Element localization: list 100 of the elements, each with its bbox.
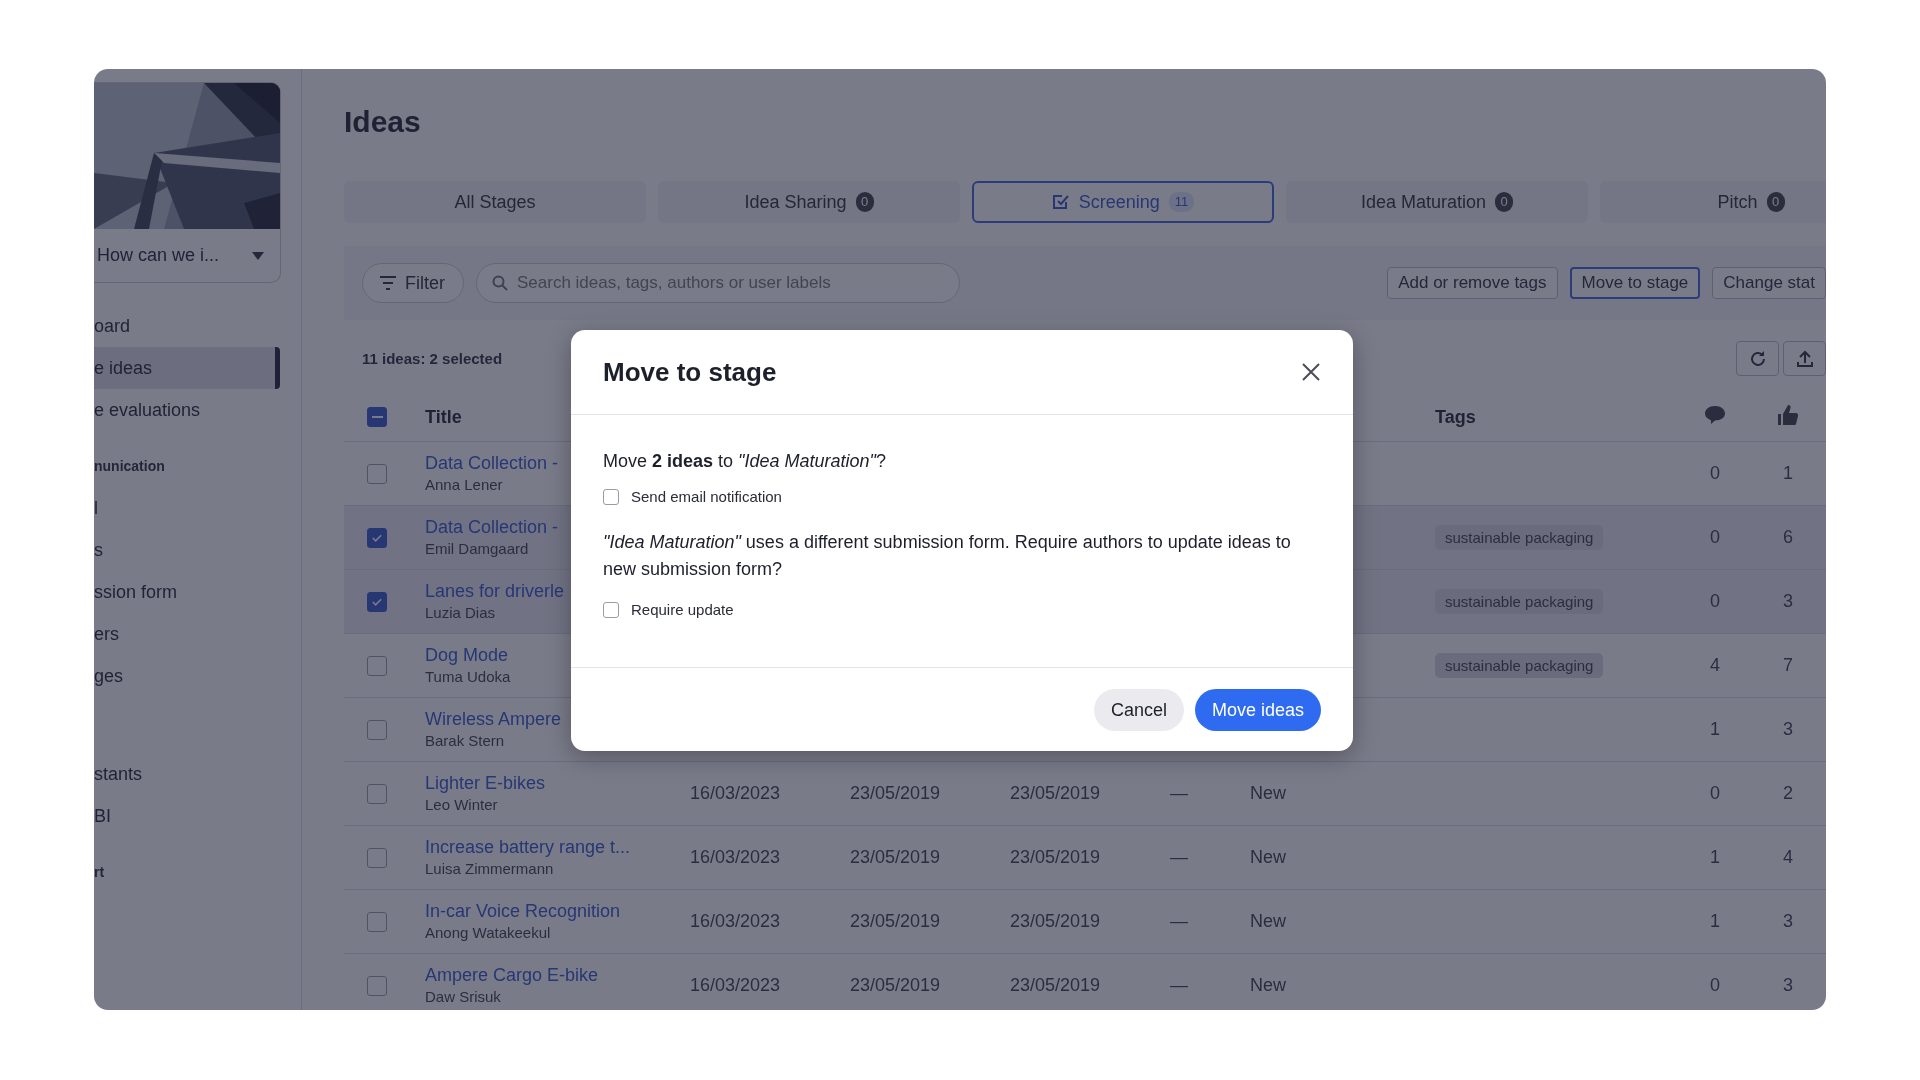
comment-count: 1 [1709, 847, 1721, 868]
author-name: Luisa Zimmermann [425, 859, 554, 879]
comment-count: 0 [1709, 591, 1721, 612]
like-count: 3 [1782, 911, 1794, 932]
stage-tab[interactable]: Screening 11 [972, 181, 1274, 223]
upload-icon [1795, 349, 1814, 368]
idea-title-link[interactable]: Ampere Cargo E-bike [425, 964, 599, 987]
comment-count: 4 [1709, 655, 1721, 676]
tag[interactable]: sustainable packaging [1435, 653, 1604, 678]
checkbox-label: Send email notification [631, 488, 782, 505]
checkbox-icon [1051, 193, 1070, 211]
confirm-button[interactable]: Move ideas [1194, 689, 1321, 731]
refresh-button[interactable] [1736, 341, 1779, 376]
checkbox[interactable] [367, 527, 387, 548]
checkbox[interactable] [367, 783, 387, 804]
comment-count: 0 [1709, 527, 1721, 548]
action-button[interactable]: Add or remove tags [1387, 267, 1558, 299]
tag[interactable]: sustainable packaging [1435, 525, 1604, 550]
action-button[interactable]: Move to stage [1569, 267, 1701, 299]
section-heading: rt [94, 863, 106, 882]
select-all-checkbox[interactable] [367, 407, 387, 427]
filter-button[interactable]: Filter [362, 263, 464, 303]
date-cell-text: 23/05/2019 [849, 847, 942, 868]
like-count: 7 [1782, 655, 1794, 676]
author-name: Anna Lener [425, 475, 503, 495]
empty-value-cell-text: — [1169, 911, 1189, 932]
idea-title-link[interactable]: Wireless Ampere [425, 708, 562, 731]
status-cell-text: New [1249, 975, 1287, 996]
dialog-question: Move 2 ideas to "Idea Maturation"? [603, 450, 887, 473]
idea-title-link[interactable]: Lighter E-bikes [425, 772, 546, 795]
like-count: 1 [1782, 463, 1794, 484]
nav-item[interactable]: e ideas [94, 347, 280, 389]
checkbox[interactable] [367, 975, 387, 996]
count-badge: 11 [1168, 192, 1195, 212]
nav-item[interactable]: ges [94, 655, 280, 697]
idea-title-link[interactable]: Increase battery range t... [425, 836, 631, 859]
nav-item[interactable]: stants [94, 753, 280, 795]
date-cell-text: 23/05/2019 [1009, 911, 1102, 932]
empty-value-cell-text: — [1169, 847, 1189, 868]
status-cell-text: New [1249, 847, 1287, 868]
checkbox[interactable] [367, 591, 387, 612]
cancel-button[interactable]: Cancel [1093, 689, 1184, 731]
page-title: Ideas [344, 104, 422, 140]
nav-item[interactable]: ssion form [94, 571, 280, 613]
like-count: 3 [1782, 591, 1794, 612]
comment-icon [1704, 405, 1726, 425]
comment-count: 0 [1709, 463, 1721, 484]
tag[interactable]: sustainable packaging [1435, 589, 1604, 614]
checkbox[interactable] [367, 719, 387, 740]
author-name: Emil Damgaard [425, 539, 529, 559]
dialog-title: Move to stage [603, 356, 777, 388]
checkbox[interactable] [603, 488, 619, 505]
dialog-message: "Idea Maturation" uses a different submission form. Require authors to update ideas to new submission form? [603, 531, 1292, 581]
author-name: Leo Winter [425, 795, 498, 815]
nav-item[interactable]: oard [94, 305, 280, 347]
project-title: How can we i... [97, 245, 220, 266]
thumbs-up-icon [1777, 404, 1799, 426]
date-cell-text: 16/03/2023 [689, 847, 782, 868]
checkbox[interactable] [367, 847, 387, 868]
export-button[interactable] [1783, 341, 1826, 376]
project-card[interactable]: How can we i... [94, 82, 281, 283]
nav-item[interactable]: BI [94, 795, 280, 837]
like-count: 4 [1782, 847, 1794, 868]
idea-title-link[interactable]: Data Collection - [425, 516, 559, 539]
idea-title-link[interactable]: Data Collection - [425, 452, 559, 475]
like-count: 3 [1782, 975, 1794, 996]
comment-count: 0 [1709, 783, 1721, 804]
column-header[interactable]: Tags [1420, 406, 1680, 428]
stage-tab[interactable]: All Stages [344, 181, 646, 223]
checkbox[interactable] [603, 601, 619, 618]
empty-value-cell-text: — [1169, 783, 1189, 804]
stage-tab[interactable]: Idea Sharing 0 [658, 181, 960, 223]
checkbox[interactable] [367, 655, 387, 676]
date-cell-text: 23/05/2019 [1009, 783, 1102, 804]
date-cell-text: 23/05/2019 [1009, 847, 1102, 868]
nav-item[interactable]: ers [94, 613, 280, 655]
like-count: 2 [1782, 783, 1794, 804]
count-badge: 0 [1766, 192, 1785, 212]
nav-item[interactable]: l [94, 487, 280, 529]
nav-item[interactable]: s [94, 529, 280, 571]
nav-item[interactable]: e evaluations [94, 389, 280, 431]
status-cell-text: New [1249, 783, 1287, 804]
author-name: Luzia Dias [425, 603, 496, 623]
checkbox[interactable] [367, 463, 387, 484]
comment-count: 1 [1709, 911, 1721, 932]
idea-title-link[interactable]: In-car Voice Recognition [425, 900, 621, 923]
idea-title-link[interactable]: Dog Mode [425, 644, 509, 667]
date-cell-text: 16/03/2023 [689, 975, 782, 996]
idea-title-link[interactable]: Lanes for driverle [425, 580, 565, 603]
stage-tab[interactable]: Idea Maturation 0 [1286, 181, 1588, 223]
comment-count: 0 [1709, 975, 1721, 996]
date-cell-text: 23/05/2019 [849, 975, 942, 996]
stage-tab[interactable]: Pitch 0 [1600, 181, 1826, 223]
action-button[interactable]: Change stat [1712, 267, 1826, 299]
author-name: Tuma Udoka [425, 667, 511, 687]
like-count: 3 [1782, 719, 1794, 740]
checkbox[interactable] [367, 911, 387, 932]
date-cell-text: 23/05/2019 [1009, 975, 1102, 996]
selection-summary: 11 ideas: 2 selected [362, 350, 503, 367]
author-name: Daw Srisuk [425, 987, 501, 1007]
